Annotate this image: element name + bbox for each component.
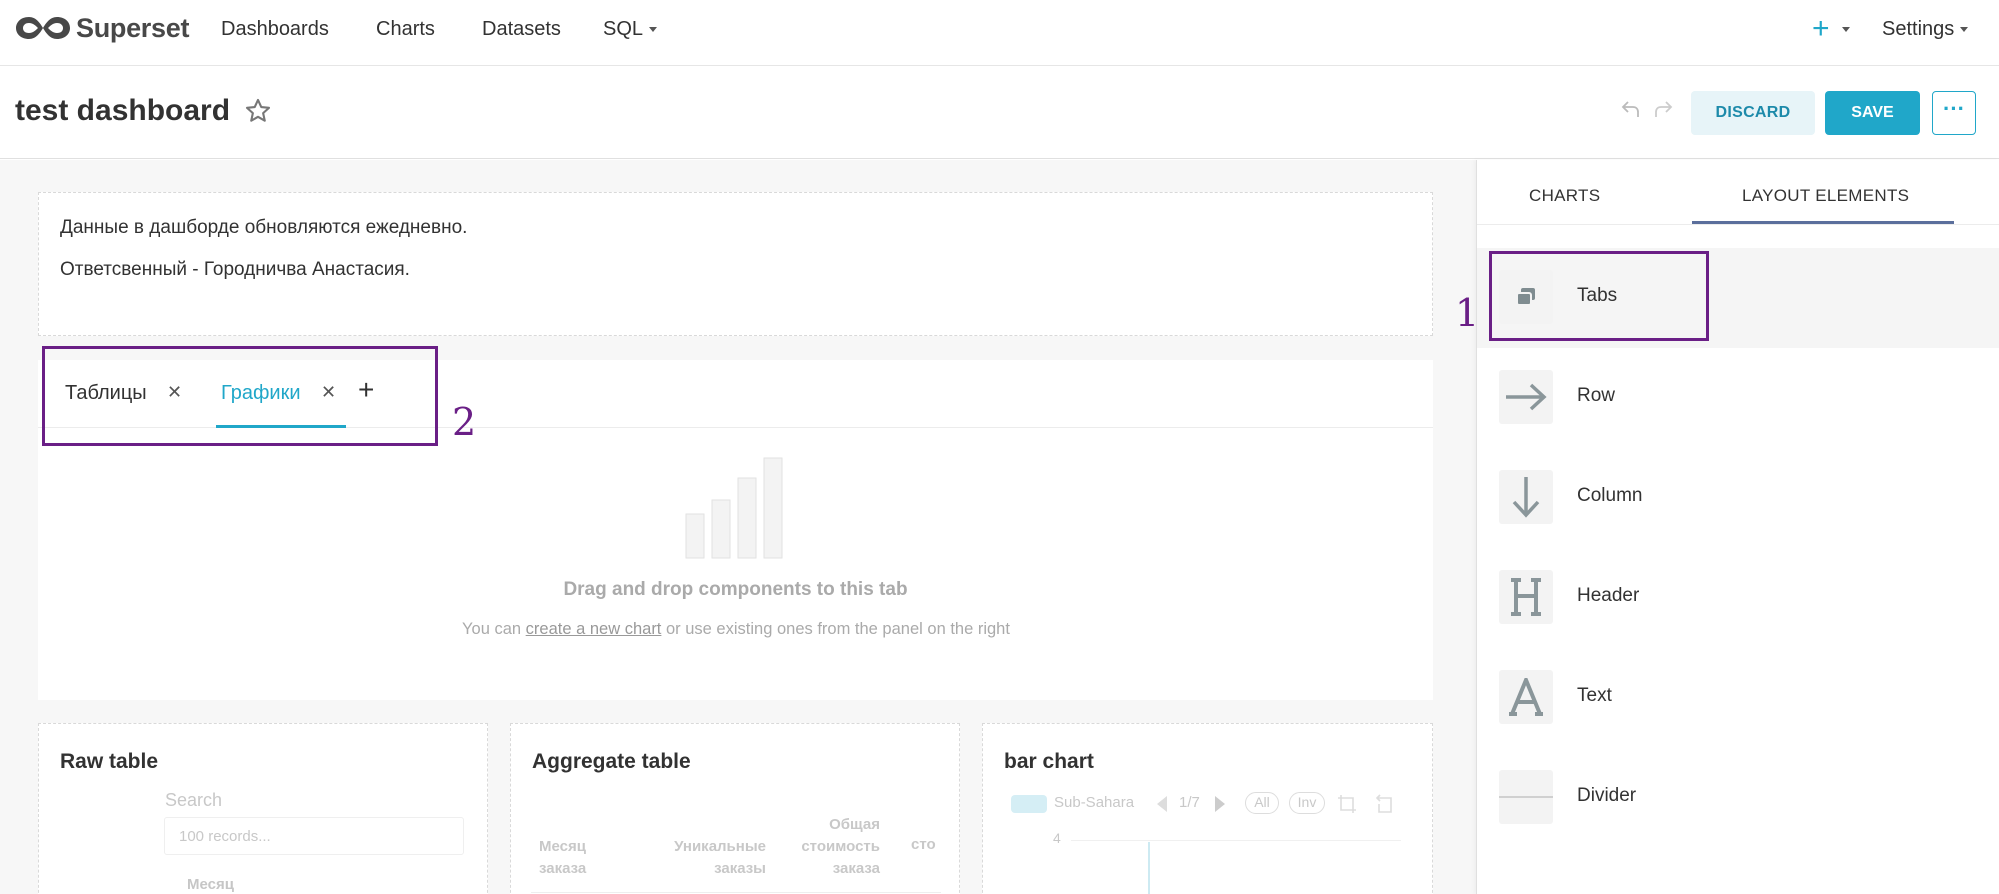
divider-icon <box>1499 770 1553 824</box>
nav-dashboards[interactable]: Dashboards <box>221 18 329 41</box>
empty-state-description: You can create a new chart or use existi… <box>446 617 1026 642</box>
top-navbar: Superset Dashboards Charts Datasets SQL … <box>0 0 1999 66</box>
chart-title: bar chart <box>1004 750 1094 773</box>
superset-logo[interactable]: Superset <box>14 10 189 46</box>
markdown-line: Данные в дашборде обновляются ежедневно. <box>60 217 468 238</box>
layout-item-row[interactable]: Row <box>1477 348 1999 448</box>
nav-sql-label: SQL <box>603 18 644 40</box>
chart-card-raw-table[interactable]: Raw table Search 100 records... Месяц <box>38 723 488 894</box>
more-options-button[interactable]: ··· <box>1932 91 1976 135</box>
empty-state-title: Drag and drop components to this tab <box>563 579 908 600</box>
table-divider <box>531 892 941 893</box>
column-header[interactable]: Уникальные заказы <box>656 836 766 880</box>
layout-item-label: Divider <box>1577 785 1637 806</box>
chart-card-bar-chart[interactable]: bar chart Sub-Sahara 1/7 All Inv 4 <box>982 723 1433 894</box>
header-icon <box>1499 570 1553 624</box>
legend-invert[interactable]: Inv <box>1289 792 1325 814</box>
nav-datasets[interactable]: Datasets <box>482 18 561 41</box>
dashboard-title[interactable]: test dashboard <box>15 94 230 128</box>
legend-label[interactable]: Sub-Sahara <box>1054 794 1134 811</box>
legend-page: 1/7 <box>1179 794 1200 811</box>
legend-next-icon[interactable] <box>1213 795 1227 813</box>
superset-logo-icon <box>16 17 70 39</box>
bar <box>1148 842 1150 894</box>
chart-title: Raw table <box>60 750 159 773</box>
chart-card-aggregate-table[interactable]: Aggregate table Месяц заказа Уникальные … <box>510 723 960 894</box>
chevron-down-icon <box>649 27 658 33</box>
arrow-right-icon <box>1499 370 1553 424</box>
zoom-select-icon[interactable] <box>1337 794 1357 814</box>
y-axis-tick: 4 <box>1053 830 1061 846</box>
save-button[interactable]: SAVE <box>1825 91 1920 135</box>
bar-chart-icon <box>685 457 783 559</box>
new-item-button[interactable]: + <box>1812 12 1830 46</box>
column-header[interactable]: Месяц заказа <box>539 836 599 880</box>
column-header: Месяц <box>187 876 234 893</box>
nav-sql[interactable]: SQL <box>603 18 658 41</box>
nav-settings-label: Settings <box>1882 18 1955 40</box>
grid-line <box>1071 840 1401 841</box>
layout-item-column[interactable]: Column <box>1477 448 1999 548</box>
text-icon <box>1499 670 1553 724</box>
annotation-box-tabs <box>1489 251 1709 341</box>
layout-item-label: Row <box>1577 385 1616 406</box>
search-input[interactable]: 100 records... <box>164 817 464 855</box>
discard-button[interactable]: DISCARD <box>1691 91 1815 135</box>
dashboard-header: test dashboard DISCARD SAVE ··· <box>0 67 1999 159</box>
annotation-label: 1 <box>1455 291 1480 335</box>
redo-icon[interactable] <box>1652 98 1674 120</box>
chevron-down-icon[interactable] <box>1842 27 1850 32</box>
legend-prev-icon[interactable] <box>1155 795 1169 813</box>
arrow-down-icon <box>1499 470 1553 524</box>
nav-settings[interactable]: Settings <box>1882 18 1969 41</box>
markdown-line: Ответсвенный - Городничва Анастасия. <box>60 259 410 280</box>
empty-state-text: You can <box>462 620 526 638</box>
nav-charts[interactable]: Charts <box>376 18 435 41</box>
legend-select-all[interactable]: All <box>1245 792 1279 814</box>
layout-item-label: Header <box>1577 585 1640 606</box>
chevron-down-icon <box>1960 27 1969 33</box>
zoom-reset-icon[interactable] <box>1375 794 1395 814</box>
layout-item-divider[interactable]: Divider <box>1477 748 1999 848</box>
chart-title: Aggregate table <box>532 750 691 773</box>
layout-item-label: Column <box>1577 485 1643 506</box>
tab-layout-elements[interactable]: LAYOUT ELEMENTS <box>1742 186 1909 206</box>
layout-item-label: Text <box>1577 685 1612 706</box>
legend-swatch <box>1011 795 1047 813</box>
column-header[interactable]: сто <box>911 836 936 853</box>
markdown-block[interactable]: Данные в дашборде обновляются ежедневно.… <box>38 192 1433 336</box>
annotation-label: 2 <box>452 400 477 444</box>
annotation-box-dashboard-tabs <box>42 346 438 446</box>
brand-name: Superset <box>76 12 190 43</box>
tab-charts-panel[interactable]: CHARTS <box>1529 186 1600 206</box>
create-chart-link[interactable]: create a new chart <box>526 620 662 638</box>
empty-state-text: or use existing ones from the panel on t… <box>661 620 1010 638</box>
dashboard-grid: Данные в дашборде обновляются ежедневно.… <box>0 160 1476 894</box>
layout-item-text[interactable]: Text <box>1477 648 1999 748</box>
star-icon[interactable] <box>244 97 272 125</box>
layout-item-header[interactable]: Header <box>1477 548 1999 648</box>
column-header[interactable]: Общая стоимость заказа <box>786 814 880 880</box>
tab-divider <box>1477 224 1999 225</box>
undo-icon[interactable] <box>1620 98 1642 120</box>
search-label: Search <box>165 790 223 810</box>
